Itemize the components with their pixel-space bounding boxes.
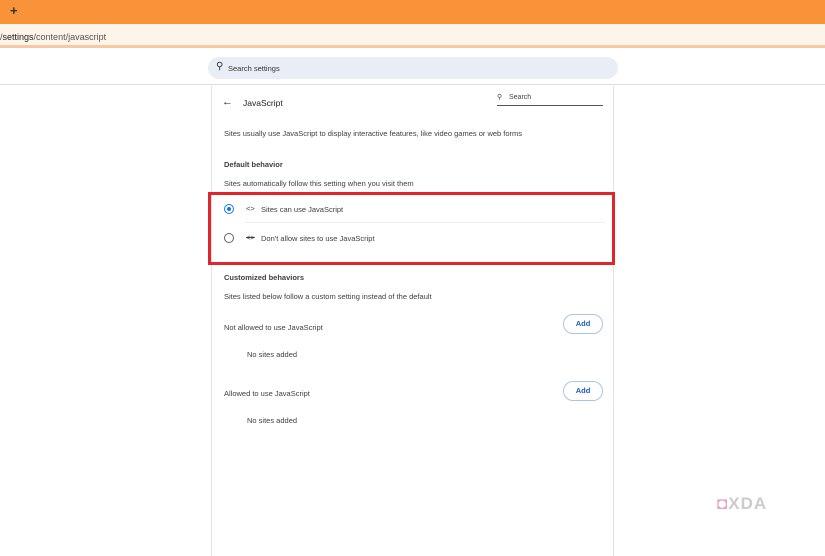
search-placeholder: Search settings (228, 64, 280, 73)
add-allowed-site-button[interactable]: Add (563, 381, 603, 401)
page-title: JavaScript (243, 98, 283, 108)
back-arrow-icon[interactable]: ← (222, 96, 233, 108)
description: Sites usually use JavaScript to display … (224, 129, 523, 138)
url-path: /content/javascript (33, 32, 107, 42)
url-host: settings (2, 32, 34, 42)
search-icon: ⚲ (497, 94, 503, 101)
customized-heading: Customized behaviors (224, 273, 305, 282)
search-settings-input[interactable]: ⚲ Search settings (208, 57, 618, 79)
search-label: Search (509, 94, 532, 101)
address-bar[interactable]: /settings/content/javascript (0, 24, 825, 48)
default-behavior-heading: Default behavior (224, 160, 283, 169)
xda-watermark: ◘XDA (717, 494, 768, 513)
tab-strip: + (0, 0, 825, 24)
settings-header: ⚲ Search settings (0, 51, 825, 85)
customized-subtitle: Sites listed below follow a custom setti… (224, 292, 432, 301)
not-allowed-label: Not allowed to use JavaScript (224, 323, 323, 332)
allowed-label: Allowed to use JavaScript (224, 389, 310, 398)
page-search-input[interactable]: ⚲ Search (497, 94, 603, 106)
default-behavior-subtitle: Sites automatically follow this setting … (224, 179, 414, 188)
new-tab-button[interactable]: + (10, 3, 18, 18)
javascript-settings-card: ← JavaScript ⚲ Search Sites usually use J… (211, 86, 614, 556)
search-icon: ⚲ (216, 61, 224, 72)
no-sites-allowed: No sites added (247, 416, 298, 425)
highlight-box (208, 192, 615, 265)
add-blocked-site-button[interactable]: Add (563, 314, 603, 334)
no-sites-blocked: No sites added (247, 350, 298, 359)
